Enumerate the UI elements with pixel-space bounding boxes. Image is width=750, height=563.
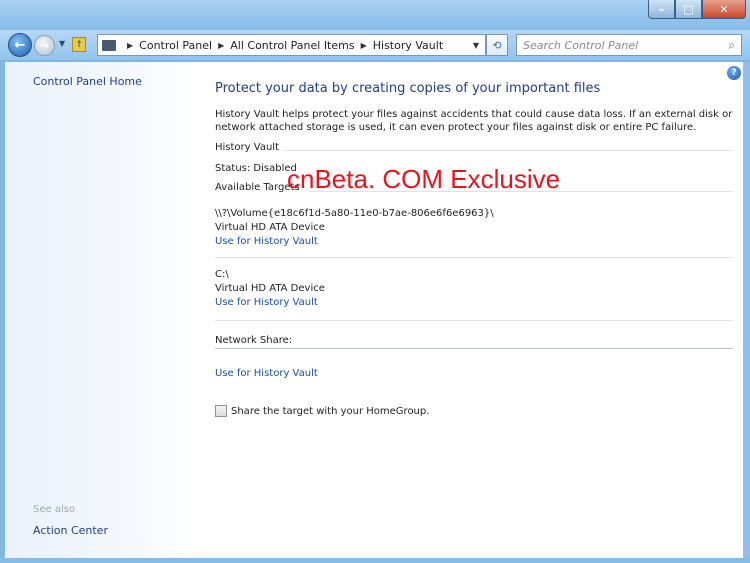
search-placeholder: Search Control Panel [523, 38, 639, 52]
share-homegroup-checkbox[interactable] [215, 405, 227, 417]
use-network-share-link[interactable]: Use for History Vault [215, 368, 318, 379]
title-bar: – □ ✕ [0, 0, 750, 30]
breadcrumb-separator-icon[interactable]: ▶ [218, 41, 224, 50]
chevron-down-icon: ▼ [59, 39, 66, 48]
refresh-button[interactable]: ⟲ [486, 34, 508, 56]
section-divider [283, 150, 733, 151]
network-share-label: Network Share: [215, 335, 293, 346]
forward-button[interactable]: → [34, 35, 55, 56]
use-target-1-link[interactable]: Use for History Vault [215, 236, 318, 247]
close-icon: ✕ [719, 2, 729, 16]
help-icon[interactable]: ? [727, 66, 741, 80]
use-target-2-link[interactable]: Use for History Vault [215, 297, 318, 308]
address-dropdown-icon[interactable]: ▼ [473, 41, 479, 50]
breadcrumb-control-panel[interactable]: Control Panel [139, 39, 212, 52]
target-divider [215, 320, 733, 321]
breadcrumb-all-items[interactable]: All Control Panel Items [230, 39, 354, 52]
breadcrumb-separator-icon[interactable]: ▶ [361, 41, 367, 50]
network-share-input[interactable] [215, 348, 733, 349]
computer-icon [102, 39, 116, 51]
navigation-bar: ← → ▼ ↑ ▶ Control Panel ▶ All Control Pa… [0, 30, 750, 60]
minimize-icon: – [658, 2, 665, 16]
search-input[interactable]: Search Control Panel ⌕ [516, 34, 742, 56]
target-path: \\?\Volume{e18c6f1d-5a80-11e0-b7ae-806e6… [215, 208, 494, 219]
section-label: History Vault [215, 142, 279, 153]
client-area: Control Panel Home See also Action Cente… [5, 62, 743, 558]
intro-text: History Vault helps protect your files a… [215, 109, 733, 133]
minimize-button[interactable]: – [648, 0, 675, 19]
target-path: C:\ [215, 269, 229, 280]
status-text: Status: Disabled [215, 163, 297, 174]
target-divider [215, 257, 733, 258]
back-button[interactable]: ← [8, 33, 32, 57]
target-device: Virtual HD ATA Device [215, 283, 325, 294]
action-center-link[interactable]: Action Center [33, 524, 108, 537]
window-bottom-frame [0, 558, 750, 563]
caption-buttons: – □ ✕ [648, 0, 746, 19]
back-arrow-icon: ← [14, 37, 26, 53]
control-panel-home-link[interactable]: Control Panel Home [33, 75, 142, 88]
share-homegroup-row[interactable]: Share the target with your HomeGroup. [215, 405, 429, 417]
breadcrumb-history-vault[interactable]: History Vault [373, 39, 443, 52]
refresh-icon: ⟲ [492, 38, 502, 52]
task-pane: Control Panel Home See also Action Cente… [5, 62, 194, 558]
maximize-icon: □ [683, 2, 694, 16]
maximize-button[interactable]: □ [675, 0, 702, 19]
target-device: Virtual HD ATA Device [215, 222, 325, 233]
control-panel-icon[interactable]: ↑ [72, 37, 86, 52]
window-right-frame [743, 62, 750, 558]
page-title: Protect your data by creating copies of … [215, 81, 601, 96]
close-button[interactable]: ✕ [702, 0, 746, 19]
watermark-text: cnBeta. COM Exclusive [287, 164, 561, 194]
address-bar[interactable]: ▶ Control Panel ▶ All Control Panel Item… [97, 34, 486, 56]
forward-arrow-icon: → [39, 39, 50, 52]
share-homegroup-label[interactable]: Share the target with your HomeGroup. [231, 406, 429, 417]
breadcrumb-separator-icon[interactable]: ▶ [127, 41, 133, 50]
search-icon[interactable]: ⌕ [728, 38, 735, 53]
recent-pages-dropdown[interactable]: ▼ [59, 39, 65, 48]
see-also-heading: See also [33, 504, 76, 515]
